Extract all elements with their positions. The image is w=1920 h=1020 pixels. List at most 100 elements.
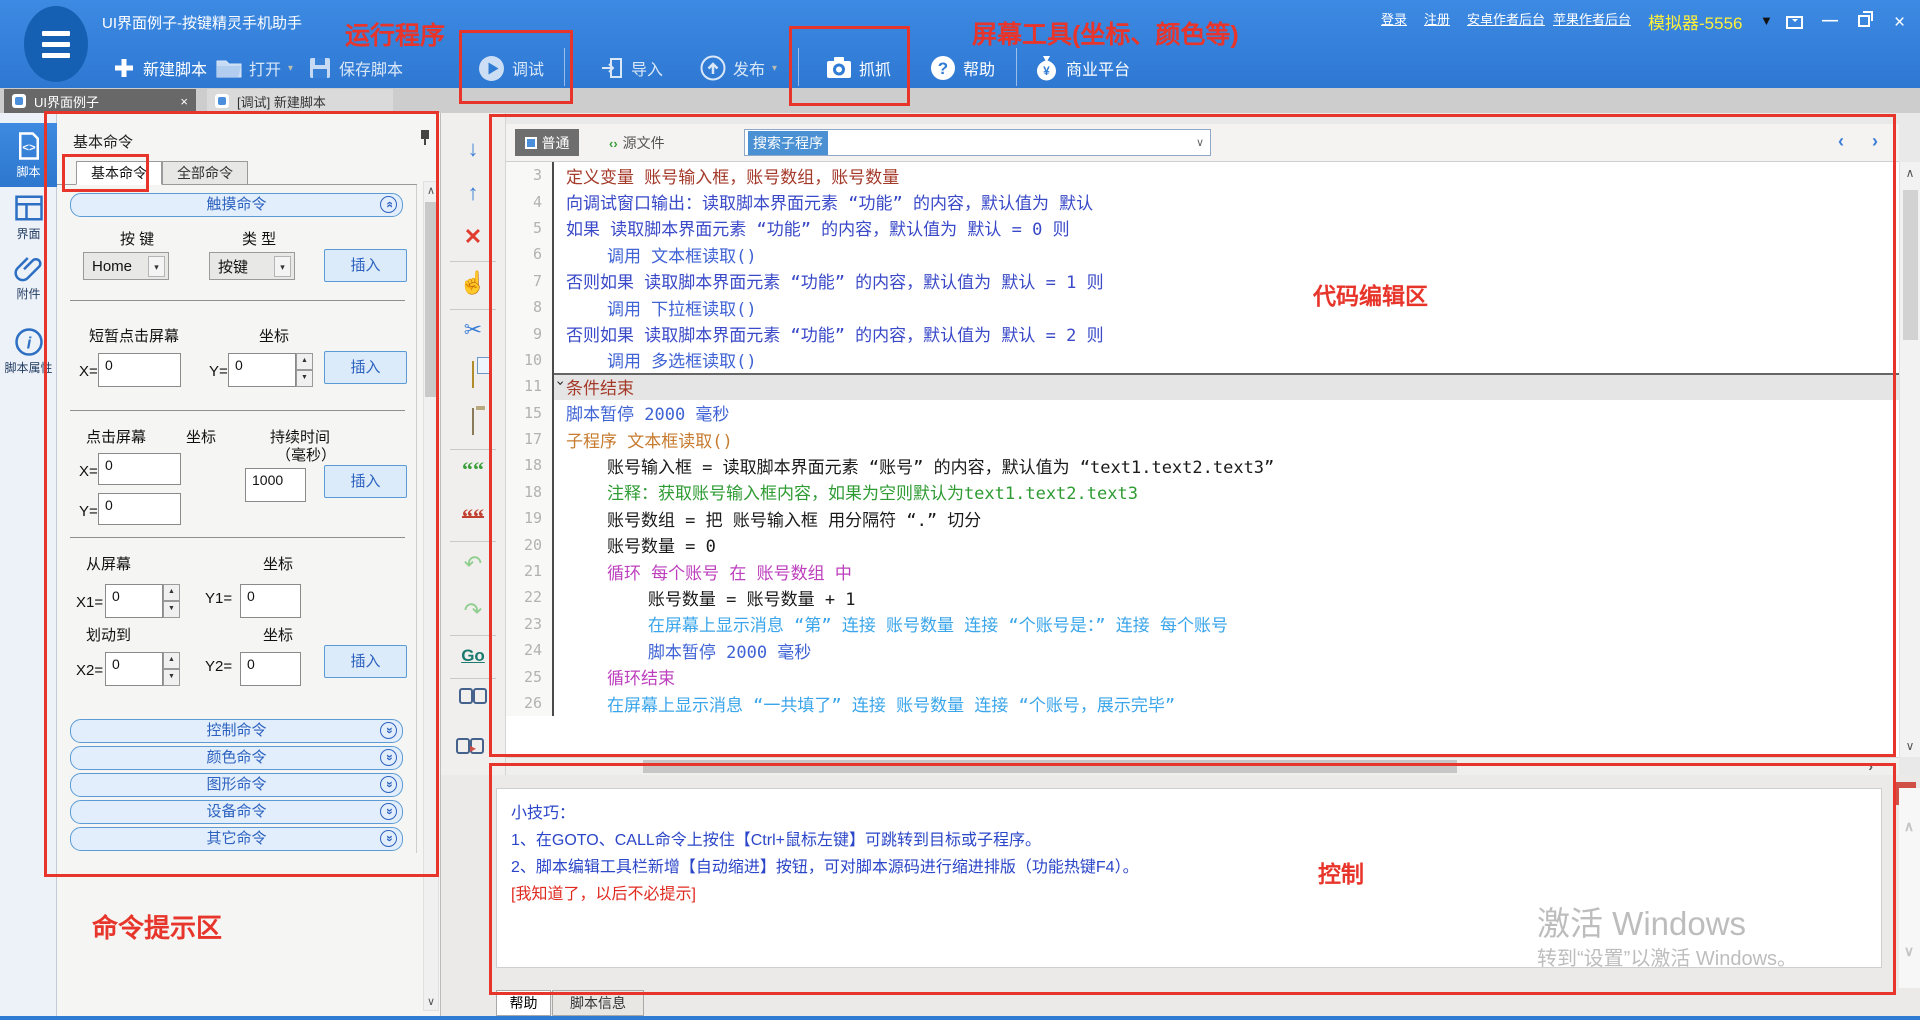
scroll-down-icon[interactable]: ∨	[1899, 943, 1919, 960]
business-platform-button[interactable]: ¥ 商业平台	[1034, 50, 1130, 86]
hand-tool-icon[interactable]: ☝	[441, 269, 505, 297]
command-section-header[interactable]: 控制命令 »	[70, 719, 403, 743]
new-script-button[interactable]: 新建脚本	[112, 50, 207, 86]
insert-tap-button[interactable]: 插入	[324, 351, 407, 384]
code-line[interactable]: 10 调用 多选框读取()	[506, 346, 1899, 374]
code-line[interactable]: 17 子程序 文本框读取()	[506, 425, 1899, 453]
scroll-thumb[interactable]	[425, 202, 437, 397]
code-line[interactable]: 7 否则如果 读取脚本界面元素 “功能” 的内容，默认值为 默认 = 1 则	[506, 267, 1899, 294]
code-line[interactable]: 9 否则如果 读取脚本界面元素 “功能” 的内容，默认值为 默认 = 2 则	[506, 320, 1899, 347]
save-script-button[interactable]: 保存脚本	[308, 50, 403, 86]
hscroll-thumb[interactable]	[643, 760, 1457, 773]
doc-tab-debug-new-script[interactable]: [调试] 新建脚本	[207, 89, 393, 113]
swipe-x1-stepper[interactable]: ▲ ▼	[163, 584, 180, 618]
insert-swipe-button[interactable]: 插入	[324, 645, 407, 678]
key-dropdown[interactable]: Home ▾	[83, 252, 169, 280]
grab-tool-button[interactable]: 抓抓	[826, 50, 891, 86]
code-line[interactable]: 24 脚本暂停 2000 毫秒	[506, 637, 1899, 664]
code-line[interactable]: 22 账号数量 = 账号数量 + 1	[506, 584, 1899, 611]
code-line[interactable]: 25 循环结束	[506, 663, 1899, 690]
code-editor[interactable]: 3 定义变量 账号输入框，账号数组，账号数量 4 向调试窗口输出：读取脚本界面元…	[506, 162, 1899, 757]
scroll-up-icon[interactable]: ∧	[1900, 166, 1920, 180]
redo-icon[interactable]: ↷	[441, 597, 505, 625]
code-line[interactable]: 26 在屏幕上显示消息 “一共填了” 连接 账号数量 连接 “个账号，展示完毕”	[506, 689, 1899, 717]
comment-icon[interactable]: ““	[441, 456, 505, 484]
vscroll-thumb[interactable]	[1903, 190, 1918, 340]
code-line[interactable]: 11 条件结束	[506, 373, 1899, 400]
hscroll-right-icon[interactable]: ›	[1868, 758, 1873, 774]
copy-icon[interactable]	[441, 361, 505, 389]
doc-tab-ui-example[interactable]: UI界面例子 ×	[4, 89, 196, 113]
code-line[interactable]: 18 账号输入框 = 读取脚本界面元素 “账号” 的内容，默认值为 “text1…	[506, 452, 1899, 479]
nav-back-icon[interactable]: ‹	[1838, 131, 1844, 152]
nav-item-script[interactable]: <> 脚本	[0, 123, 57, 187]
swipe-y2-input[interactable]: 0	[240, 652, 301, 686]
paste-icon[interactable]	[441, 408, 505, 436]
undo-icon[interactable]: ↶	[441, 550, 505, 578]
main-menu-button[interactable]	[24, 6, 88, 82]
tab-script-info[interactable]: 脚本信息	[552, 990, 644, 1016]
open-button[interactable]: 打开 ▾	[216, 50, 293, 86]
code-line[interactable]: 18 注释：获取账号输入框内容，如果为空则默认为text1.text2.text…	[506, 478, 1899, 506]
press-x-input[interactable]: 0	[98, 453, 181, 485]
mode-normal-button[interactable]: 普通	[515, 129, 579, 156]
scroll-down-icon[interactable]: ∨	[424, 995, 438, 1008]
code-line[interactable]: 5 如果 读取脚本界面元素 “功能” 的内容，默认值为 默认 = 0 则	[506, 214, 1899, 242]
cut-icon[interactable]: ✂	[441, 316, 505, 344]
command-section-header[interactable]: 其它命令 »	[70, 827, 403, 851]
code-line[interactable]: 8 调用 下拉框读取()	[506, 293, 1899, 321]
tap-y-input[interactable]: 0	[228, 353, 296, 387]
panel-scrollbar[interactable]: ∧ ∨	[423, 181, 439, 1011]
move-down-icon[interactable]: ↓	[441, 135, 505, 163]
register-link[interactable]: 注册	[1424, 9, 1450, 28]
import-button[interactable]: 导入	[600, 50, 663, 86]
code-line[interactable]: 21 循环 每个账号 在 账号数组 中	[506, 557, 1899, 585]
publish-button[interactable]: 发布 ▾	[700, 50, 777, 86]
swipe-x1-input[interactable]: 0	[105, 584, 163, 618]
search-subroutine-combobox[interactable]: 搜索子程序 ∨	[744, 129, 1211, 156]
code-line[interactable]: 4 向调试窗口输出：读取脚本界面元素 “功能” 的内容，默认值为 默认	[506, 188, 1899, 215]
goto-icon[interactable]: Go	[441, 642, 505, 670]
emulator-caret-icon[interactable]: ▼	[1760, 13, 1773, 28]
code-line[interactable]: 3 定义变量 账号输入框，账号数组，账号数量	[506, 162, 1899, 189]
nav-item-attachment[interactable]: 附件	[0, 253, 57, 302]
emulator-selector[interactable]: 模拟器-5556	[1648, 9, 1742, 34]
tray-button[interactable]	[1786, 16, 1803, 29]
code-line[interactable]: 15 脚本暂停 2000 毫秒	[506, 399, 1899, 426]
duration-input[interactable]: 1000	[245, 468, 306, 502]
tap-y-stepper[interactable]: ▲ ▼	[296, 353, 313, 387]
press-y-input[interactable]: 0	[98, 493, 181, 525]
bottom-scrollbar[interactable]: ∧ ∨	[1899, 788, 1920, 988]
scroll-down-icon[interactable]: ∨	[1900, 739, 1920, 753]
pin-icon[interactable]	[419, 129, 433, 145]
scroll-up-icon[interactable]: ∧	[1899, 818, 1919, 835]
tab-close-icon[interactable]: ×	[180, 94, 188, 109]
code-line[interactable]: 6 调用 文本框读取()	[506, 241, 1899, 268]
android-author-link[interactable]: 安卓作者后台	[1467, 9, 1545, 28]
scroll-up-icon[interactable]: ∧	[424, 184, 438, 197]
nav-item-interface[interactable]: 界面	[0, 193, 57, 242]
editor-hscrollbar[interactable]: ›	[506, 757, 1899, 775]
delete-line-icon[interactable]: ✕	[441, 223, 505, 251]
minimize-button[interactable]: —	[1822, 12, 1838, 30]
move-up-icon[interactable]: ↑	[441, 179, 505, 207]
swipe-x2-stepper[interactable]: ▲ ▼	[163, 652, 180, 686]
command-section-header[interactable]: 设备命令 »	[70, 800, 403, 824]
login-link[interactable]: 登录	[1381, 9, 1407, 28]
tab-basic-commands[interactable]: 基本命令	[76, 161, 162, 185]
find-next-icon[interactable]: ▸	[441, 737, 505, 768]
debug-button[interactable]: 调试	[478, 50, 544, 86]
swipe-x2-input[interactable]: 0	[105, 652, 163, 686]
tab-all-commands[interactable]: 全部命令	[162, 161, 248, 185]
type-dropdown[interactable]: 按键 ▾	[209, 252, 295, 280]
insert-key-button[interactable]: 插入	[324, 249, 407, 282]
swipe-y1-input[interactable]: 0	[240, 584, 301, 618]
code-line[interactable]: 20 账号数量 = 0	[506, 531, 1899, 558]
command-section-header[interactable]: 颜色命令 »	[70, 746, 403, 770]
mode-source-button[interactable]: ‹› 源文件	[609, 133, 665, 153]
nav-item-script-properties[interactable]: i 脚本属性	[0, 327, 57, 376]
uncomment-icon[interactable]: ““	[441, 503, 505, 531]
help-button[interactable]: ? 帮助	[930, 50, 995, 86]
code-line[interactable]: 19 账号数组 = 把 账号输入框 用分隔符 “.” 切分	[506, 505, 1899, 532]
editor-vscrollbar[interactable]: ∧ ∨	[1899, 162, 1920, 757]
